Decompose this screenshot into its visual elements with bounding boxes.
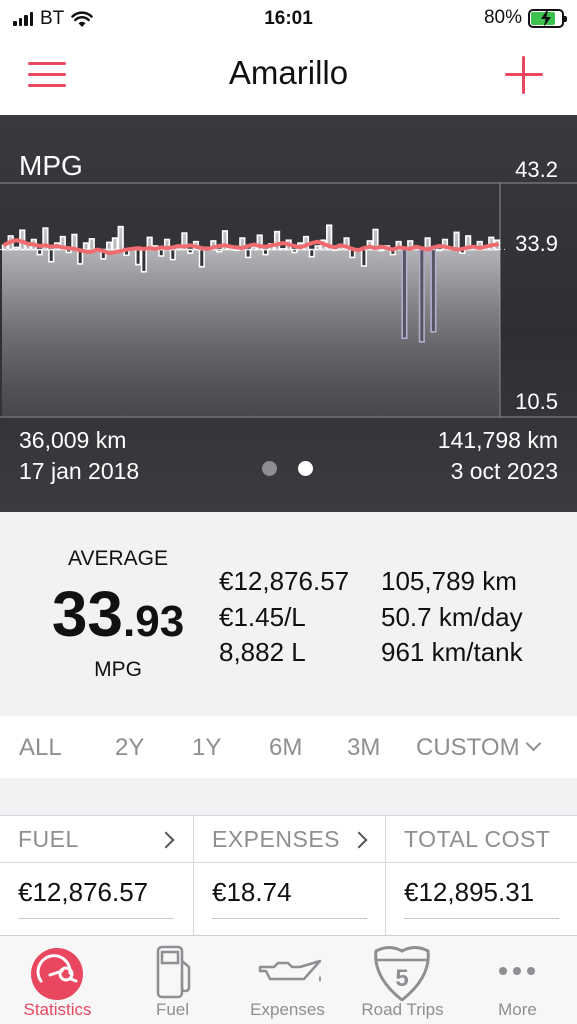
total-cost-value: €12,895.31: [404, 877, 535, 907]
total-cost-header: TOTAL COST: [385, 816, 577, 862]
vehicle-title: Amarillo: [228, 54, 349, 91]
page-dot-active[interactable]: [298, 461, 313, 476]
divider: [404, 918, 559, 919]
distance-stats: 105,789 km 50.7 km/day 961 km/tank: [381, 564, 523, 671]
expenses-cell[interactable]: €18.74: [193, 863, 385, 935]
cost-header-row: FUEL EXPENSES TOTAL COST: [0, 815, 577, 863]
chevron-down-icon: [525, 735, 541, 752]
range-tab-6m[interactable]: 6M: [269, 734, 302, 762]
range-tab-2y[interactable]: 2Y: [115, 734, 144, 762]
expenses-label: EXPENSES: [212, 826, 340, 852]
expenses-value: €18.74: [212, 877, 292, 907]
custom-label: CUSTOM: [416, 734, 520, 761]
fillup-bar: [134, 248, 142, 266]
tab-statistics[interactable]: Statistics: [0, 936, 115, 1024]
battery-percent: 80%: [483, 7, 522, 28]
fillup-bar: [158, 248, 165, 257]
tab-label: More: [498, 1000, 537, 1019]
y-tick-average: 33.9: [515, 231, 558, 256]
fillup-bar: [187, 248, 194, 254]
chevron-right-icon: [350, 831, 368, 849]
page-indicator[interactable]: [262, 461, 313, 476]
fuel-cell[interactable]: €12,876.57: [0, 863, 192, 935]
fillup-bar: [198, 248, 205, 268]
battery-icon: [528, 8, 567, 28]
fillup-bar: [418, 248, 425, 343]
status-right: 80%: [483, 7, 567, 29]
road-sign-number: 5: [395, 965, 408, 992]
fuel-header[interactable]: FUEL: [0, 816, 192, 862]
tab-more[interactable]: More: [460, 936, 575, 1024]
tab-expenses[interactable]: Expenses: [230, 936, 345, 1024]
fillup-bar: [401, 248, 408, 340]
end-date: 3 oct 2023: [450, 458, 558, 484]
distance-per-day: 50.7 km/day: [381, 601, 523, 632]
range-tab-custom[interactable]: CUSTOM: [416, 734, 541, 762]
fillup-bar: [140, 248, 147, 273]
tab-label: Expenses: [250, 1000, 325, 1019]
fillup-bar: [308, 248, 315, 258]
total-cost-label: TOTAL COST: [404, 826, 551, 852]
tab-label: Statistics: [23, 1000, 92, 1019]
distance-per-tank: 961 km/tank: [381, 637, 523, 667]
average-label: AVERAGE: [68, 547, 168, 570]
average-int: 33: [51, 578, 123, 650]
tab-road-trips[interactable]: 5 Road Trips: [345, 936, 460, 1024]
nav-bar: Amarillo: [0, 38, 577, 115]
divider: [18, 918, 174, 919]
fuel-pump-icon: [156, 945, 191, 999]
chevron-right-icon: [157, 831, 175, 849]
tab-bar: Statistics Fuel Expenses 5 Road Trips Mo…: [0, 935, 577, 1024]
plus-icon[interactable]: [505, 56, 543, 94]
start-distance: 36,009 km: [19, 427, 127, 453]
range-tab-3m[interactable]: 3M: [347, 734, 380, 762]
page-dot[interactable]: [262, 461, 277, 476]
fillup-bar: [360, 248, 368, 267]
y-tick-max: 43.2: [515, 157, 558, 182]
tab-label: Road Trips: [361, 1000, 444, 1019]
fillup-bar: [245, 248, 252, 259]
more-dots-icon: [499, 967, 535, 975]
range-selector: ALL 2Y 1Y 6M 3M CUSTOM: [0, 716, 577, 778]
status-bar: BT 16:01 80%: [0, 0, 577, 38]
road-sign-icon: 5: [374, 946, 430, 1001]
average-unit: MPG: [94, 658, 142, 681]
summary-panel: AVERAGE 33.93 MPG €12,876.57 €1.45/L 8,8…: [0, 512, 577, 716]
expenses-header[interactable]: EXPENSES: [193, 816, 385, 862]
cost-stats: €12,876.57 €1.45/L 8,882 L: [219, 564, 349, 671]
total-fuel-cost: €12,876.57: [219, 566, 350, 596]
total-distance: 105,789 km: [381, 566, 517, 596]
chart-end-label: 141,798 km 3 oct 2023: [438, 425, 558, 487]
oil-can-icon: [258, 959, 322, 982]
fillup-bar: [36, 248, 43, 256]
range-tab-all[interactable]: ALL: [19, 734, 62, 762]
cost-value-row: €12,876.57 €18.74 €12,895.31: [0, 863, 577, 935]
tab-label: Fuel: [155, 1000, 190, 1019]
average-dec: .93: [123, 597, 185, 646]
total-cost-cell: €12,895.31: [385, 863, 577, 935]
chart-start-label: 36,009 km 17 jan 2018: [19, 425, 139, 487]
end-distance: 141,798 km: [437, 427, 558, 453]
average-value: 33.93: [18, 579, 218, 667]
tab-fuel[interactable]: Fuel: [115, 936, 230, 1024]
price-per-liter: €1.45/L: [219, 601, 306, 632]
start-date: 17 jan 2018: [19, 458, 140, 484]
fillup-bar: [262, 248, 269, 256]
divider: [212, 918, 367, 919]
total-liters: 8,882 L: [219, 637, 306, 667]
chart-title: MPG: [19, 150, 83, 181]
range-tab-1y[interactable]: 1Y: [192, 734, 221, 762]
fillup-bar: [48, 248, 55, 263]
fillup-bar: [169, 248, 176, 261]
fuel-value: €12,876.57: [18, 877, 149, 907]
statistics-gauge-icon: [31, 948, 83, 1000]
y-tick-min: 10.5: [515, 389, 558, 414]
mpg-chart-panel[interactable]: MPG 43.2 33.9 10.5 36,009 km 17 jan 2018…: [0, 115, 577, 512]
fillup-bar: [430, 248, 437, 333]
fuel-label: FUEL: [18, 826, 79, 852]
